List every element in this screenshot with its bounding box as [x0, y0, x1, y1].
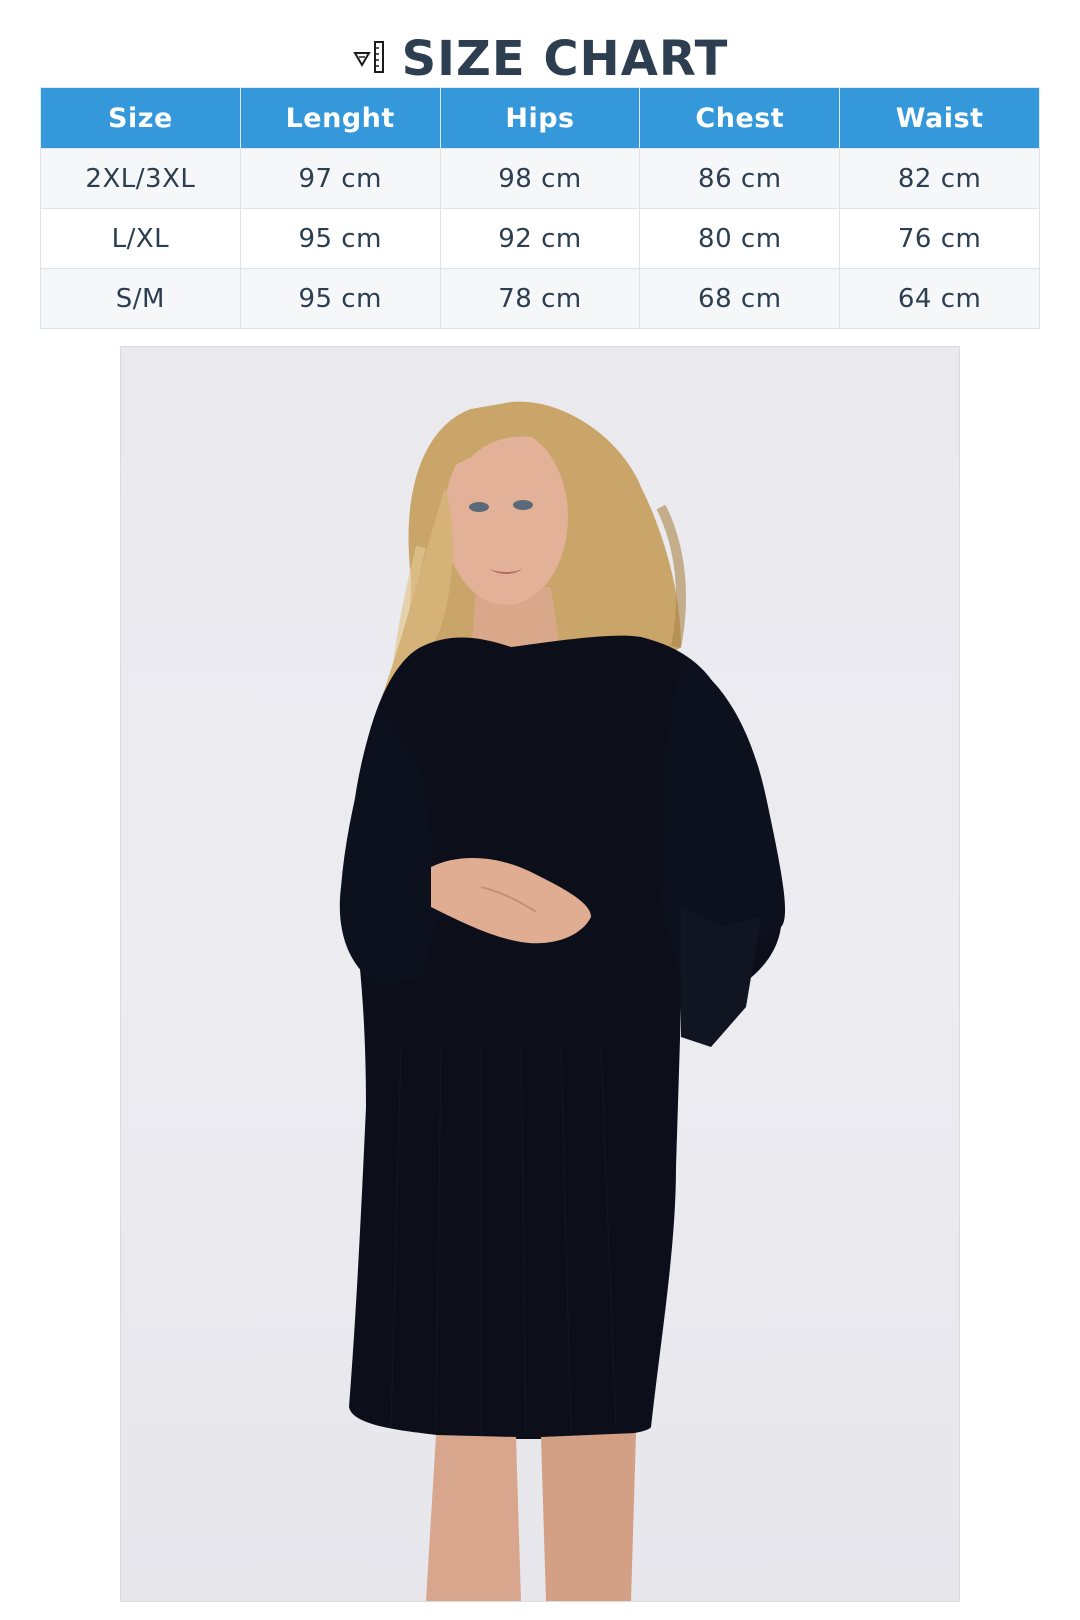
length-cell: 95 cm [239, 268, 441, 329]
waist-cell: 76 cm [839, 208, 1040, 269]
ruler-icon [352, 39, 388, 79]
page-title: SIZE CHART [401, 31, 729, 87]
table-row: 2XL/3XL 97 cm 98 cm 86 cm 82 cm [40, 148, 1040, 209]
model-illustration [339, 401, 786, 1601]
table-row: S/M 95 cm 78 cm 68 cm 64 cm [40, 268, 1040, 329]
size-cell: 2XL/3XL [40, 148, 241, 209]
length-cell: 97 cm [239, 148, 441, 209]
column-header-waist: Waist [839, 87, 1040, 149]
hips-cell: 98 cm [439, 148, 641, 209]
chest-cell: 86 cm [639, 148, 841, 209]
model-photo [120, 346, 960, 1602]
length-cell: 95 cm [239, 208, 441, 269]
table-header-row: Size Lenght Hips Chest Waist [40, 87, 1040, 149]
size-table: Size Lenght Hips Chest Waist 2XL/3XL 97 … [40, 87, 1040, 329]
hips-cell: 78 cm [439, 268, 641, 329]
waist-cell: 82 cm [839, 148, 1040, 209]
column-header-hips: Hips [439, 87, 641, 149]
size-cell: L/XL [40, 208, 241, 269]
table-row: L/XL 95 cm 92 cm 80 cm 76 cm [40, 208, 1040, 269]
column-header-length: Lenght [239, 87, 441, 149]
waist-cell: 64 cm [839, 268, 1040, 329]
size-cell: S/M [40, 268, 241, 329]
hips-cell: 92 cm [439, 208, 641, 269]
column-header-chest: Chest [639, 87, 841, 149]
size-chart-title: SIZE CHART [0, 24, 1080, 94]
column-header-size: Size [40, 87, 241, 149]
legs [426, 1435, 521, 1601]
chest-cell: 68 cm [639, 268, 841, 329]
chest-cell: 80 cm [639, 208, 841, 269]
